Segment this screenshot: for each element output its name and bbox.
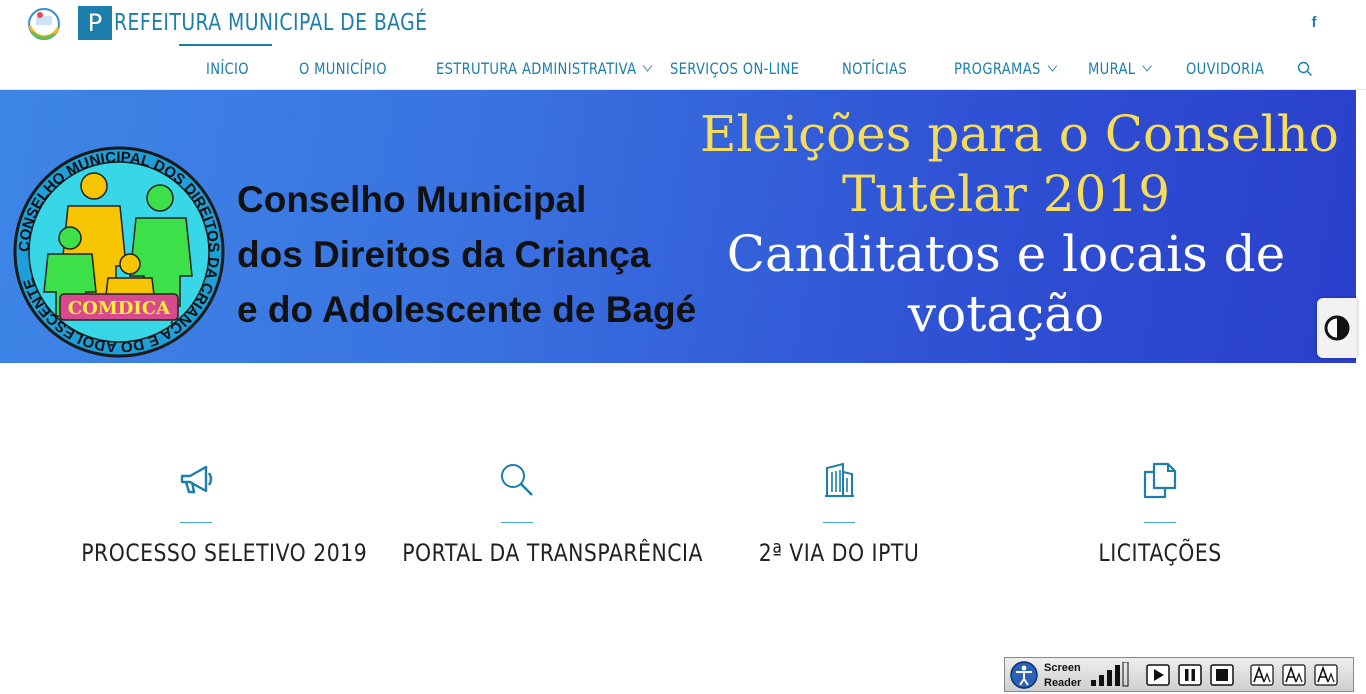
- stop-icon[interactable]: [1210, 664, 1234, 686]
- play-icon[interactable]: [1146, 664, 1170, 686]
- decrease-text-size-icon[interactable]: [1282, 664, 1306, 686]
- quick-link-divider: [1144, 522, 1176, 523]
- pause-icon[interactable]: [1178, 664, 1202, 686]
- nav-item-o-municipio[interactable]: O MUNICÍPIO: [299, 58, 387, 80]
- screen-reader-label-line: Reader: [1044, 677, 1082, 689]
- council-line: e do Adolescente de Bagé: [237, 289, 697, 330]
- site-title-text: REFEITURA MUNICIPAL DE BAGÉ: [114, 10, 428, 36]
- quick-link-divider: [823, 522, 855, 523]
- volume-level-icon[interactable]: [1089, 662, 1133, 688]
- nav-item-ouvidoria[interactable]: OUVIDORIA: [1186, 58, 1264, 80]
- building-icon: [825, 462, 854, 497]
- quick-link-label: LICITAÇÕES: [1098, 539, 1222, 567]
- nav-item-mural[interactable]: MURAL: [1088, 58, 1152, 80]
- chevron-down-icon: [643, 60, 653, 72]
- accessibility-icon[interactable]: [1009, 661, 1039, 689]
- site-title-initial: P: [78, 6, 112, 40]
- nav-item-label: O MUNICÍPIO: [299, 59, 387, 78]
- bage-logo-icon: [28, 8, 60, 40]
- svg-text:COMDICA: COMDICA: [68, 298, 171, 319]
- headline-line: votação: [907, 285, 1105, 343]
- council-line: Conselho Municipal: [237, 179, 587, 220]
- nav-item-label: MURAL: [1088, 59, 1136, 78]
- documents-icon: [1143, 462, 1177, 499]
- quick-link-licitacoes[interactable]: LICITAÇÕES: [1025, 460, 1295, 567]
- council-line: dos Direitos da Criança: [237, 234, 651, 275]
- reset-text-size-icon[interactable]: [1314, 664, 1338, 686]
- search-icon: [1297, 61, 1312, 76]
- nav-item-label: ESTRUTURA ADMINISTRATIVA: [436, 59, 637, 78]
- megaphone-icon: [180, 465, 213, 494]
- increase-text-size-icon[interactable]: [1250, 664, 1274, 686]
- comdica-seal-icon: CONSELHO MUNICIPAL DOS DIREITOS DA CRIAN…: [13, 146, 225, 358]
- chevron-down-icon: [1142, 60, 1152, 72]
- screen-reader-label: Screen Reader: [1044, 661, 1081, 691]
- nav-item-label: SERVIÇOS ON-LINE: [670, 59, 800, 78]
- nav-item-programas[interactable]: PROGRAMAS: [954, 58, 1057, 80]
- nav-item-inicio[interactable]: INÍCIO: [206, 58, 249, 80]
- screen-reader-label-line: Screen: [1044, 662, 1081, 674]
- headline-line: Tutelar 2019: [841, 165, 1171, 223]
- quick-link-label: PORTAL DA TRANSPARÊNCIA: [402, 539, 703, 567]
- screen-reader-toolbar: Screen Reader: [1004, 657, 1354, 692]
- site-logo[interactable]: [26, 6, 64, 40]
- banner-headline: Eleições para o Conselho Tutelar 2019 Ca…: [700, 104, 1339, 344]
- search-button[interactable]: [1297, 61, 1313, 77]
- nav-item-label: OUVIDORIA: [1186, 59, 1265, 78]
- quick-link-divider: [501, 522, 533, 523]
- quick-link-processo-seletivo[interactable]: PROCESSO SELETIVO 2019: [61, 460, 368, 567]
- headline-line: Canditatos e locais de: [726, 225, 1286, 283]
- council-title: Conselho Municipal dos Direitos da Crian…: [237, 172, 696, 337]
- nav-item-label: PROGRAMAS: [954, 59, 1041, 78]
- headline-line: Eleições para o Conselho: [700, 105, 1339, 163]
- hero-banner[interactable]: CONSELHO MUNICIPAL DOS DIREITOS DA CRIAN…: [0, 90, 1356, 363]
- magnifier-icon: [501, 464, 533, 496]
- quick-link-iptu[interactable]: 2ª VIA DO IPTU: [704, 460, 974, 567]
- site-title[interactable]: P REFEITURA MUNICIPAL DE BAGÉ: [78, 6, 496, 40]
- contrast-toggle-button[interactable]: [1317, 298, 1357, 358]
- chevron-down-icon: [1047, 60, 1057, 72]
- nav-item-servicos-on-line[interactable]: SERVIÇOS ON-LINE: [670, 58, 799, 80]
- quick-link-label: 2ª VIA DO IPTU: [758, 539, 920, 567]
- nav-item-label: INÍCIO: [206, 59, 249, 78]
- nav-item-estrutura-administrativa[interactable]: ESTRUTURA ADMINISTRATIVA: [436, 58, 653, 80]
- nav-item-noticias[interactable]: NOTÍCIAS: [842, 58, 907, 80]
- quick-link-label: PROCESSO SELETIVO 2019: [81, 539, 368, 567]
- quick-link-divider: [180, 522, 212, 523]
- contrast-icon: [1324, 315, 1350, 341]
- facebook-icon[interactable]: f: [1306, 14, 1322, 34]
- nav-item-label: NOTÍCIAS: [842, 59, 907, 78]
- quick-link-portal-transparencia[interactable]: PORTAL DA TRANSPARÊNCIA: [382, 460, 703, 567]
- nav-active-indicator: [179, 44, 272, 46]
